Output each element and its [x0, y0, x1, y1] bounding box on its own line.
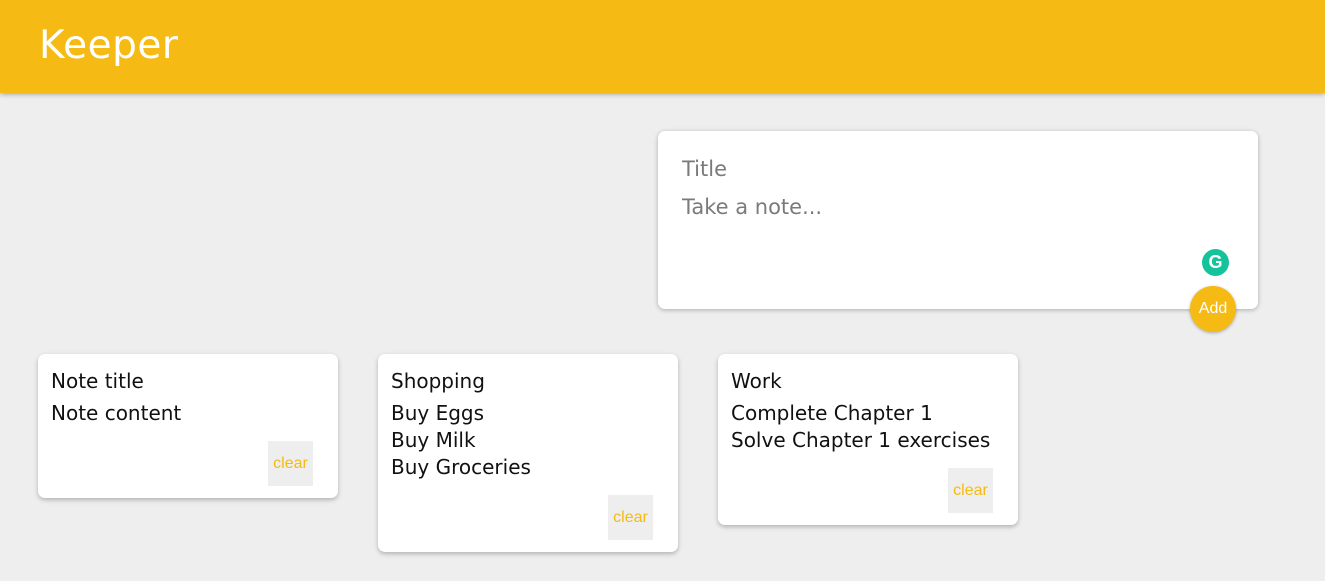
clear-button[interactable]: clear [608, 495, 653, 540]
note-content-input[interactable] [682, 193, 1182, 293]
note-title: Note title [51, 369, 144, 393]
grammarly-icon[interactable]: G [1202, 249, 1229, 276]
note-title: Work [731, 369, 782, 393]
note-line: Note content [51, 401, 182, 425]
note-content: Note content [51, 400, 325, 427]
app-header: Keeper [0, 0, 1325, 93]
note-line: Buy Groceries [391, 455, 531, 479]
note-card: Shopping Buy Eggs Buy Milk Buy Groceries… [378, 354, 678, 552]
note-line: Solve Chapter 1 exercises [731, 428, 991, 452]
note-line: Complete Chapter 1 [731, 401, 933, 425]
note-card: Note title Note content clear [38, 354, 338, 498]
add-note-button[interactable]: Add [1190, 286, 1236, 332]
clear-button[interactable]: clear [268, 441, 313, 486]
note-title: Shopping [391, 369, 485, 393]
note-content: Complete Chapter 1 Solve Chapter 1 exerc… [731, 400, 1005, 454]
note-line: Buy Eggs [391, 401, 485, 425]
note-content: Buy Eggs Buy Milk Buy Groceries [391, 400, 665, 481]
note-title-input[interactable] [682, 154, 1182, 184]
clear-button[interactable]: clear [948, 468, 993, 513]
create-note-form: G [658, 131, 1258, 309]
app-title: Keeper [39, 23, 179, 68]
note-card: Work Complete Chapter 1 Solve Chapter 1 … [718, 354, 1018, 525]
note-line: Buy Milk [391, 428, 476, 452]
